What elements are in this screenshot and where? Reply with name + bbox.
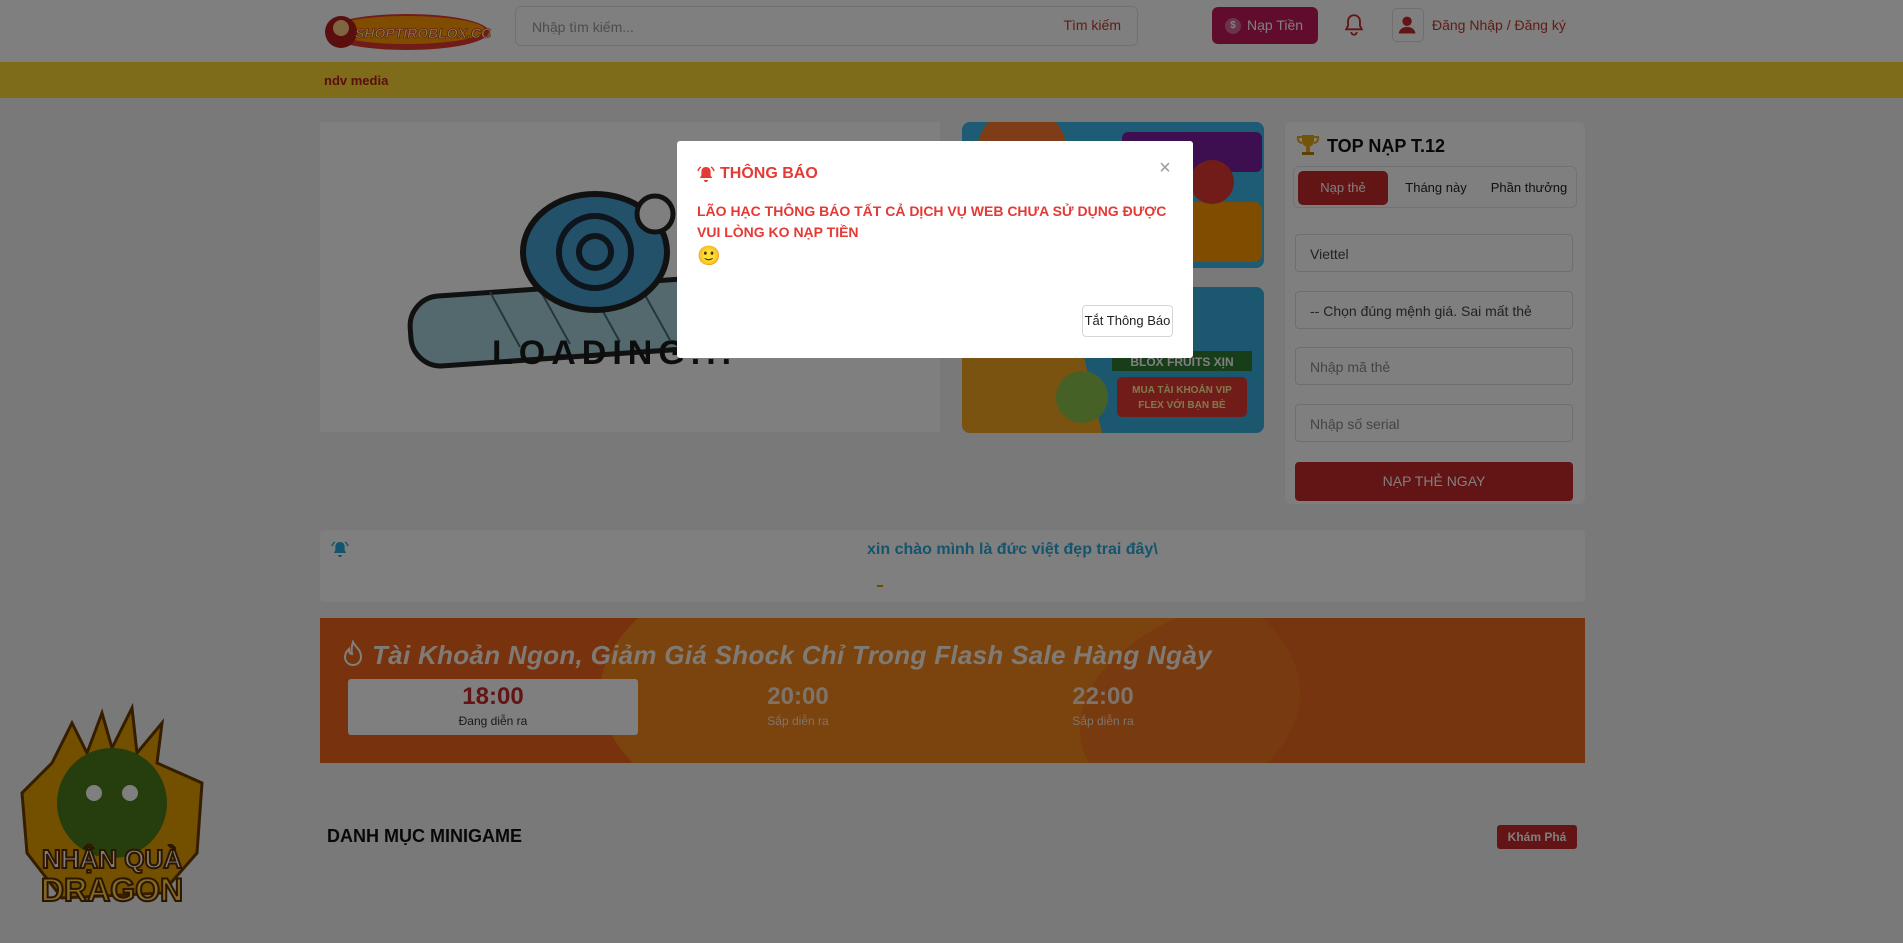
dismiss-notice-button[interactable]: Tắt Thông Báo [1082, 305, 1173, 337]
smile-emoji: 🙂 [697, 246, 721, 267]
notice-modal: THÔNG BÁO × LÃO HẠC THÔNG BÁO TẤT CẢ DỊC… [677, 141, 1193, 358]
modal-title: THÔNG BÁO [720, 165, 818, 182]
bell-icon [697, 166, 715, 182]
modal-message: LÃO HẠC THÔNG BÁO TẤT CẢ DỊCH VỤ WEB CHƯ… [697, 203, 1167, 240]
close-icon[interactable]: × [1155, 158, 1175, 178]
